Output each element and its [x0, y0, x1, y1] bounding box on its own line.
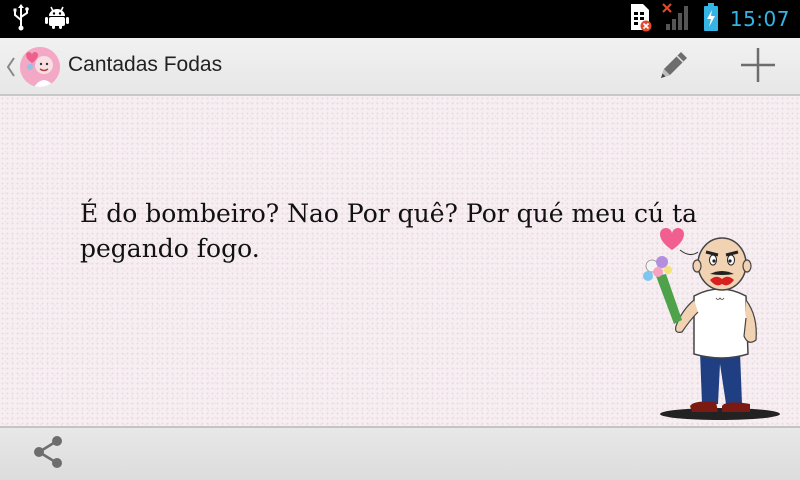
status-time: 15:07 — [729, 7, 790, 31]
no-signal-icon — [662, 2, 692, 36]
edit-button[interactable] — [652, 46, 696, 88]
app-icon[interactable] — [20, 47, 60, 87]
back-chevron-icon[interactable] — [5, 55, 17, 79]
content-area: É do bombeiro? Nao Por quê? Por qué meu … — [0, 96, 800, 426]
status-bar: 15:07 — [0, 0, 800, 38]
battery-charging-icon — [702, 2, 720, 36]
bottom-bar — [0, 426, 800, 480]
edit-icon — [655, 46, 693, 88]
add-button[interactable] — [735, 46, 781, 88]
bald-man-with-flowers-illustration — [630, 224, 790, 424]
usb-icon — [12, 3, 30, 35]
sim-missing-icon — [628, 2, 652, 36]
share-button[interactable] — [26, 434, 70, 474]
add-icon — [739, 46, 777, 88]
app-title: Cantadas Fodas — [68, 53, 223, 76]
screen: 15:07 Cantadas Fodas É do bombeiro? Nao … — [0, 0, 800, 480]
share-icon — [30, 434, 66, 474]
pickup-line-text: É do bombeiro? Nao Por quê? Por qué meu … — [80, 199, 698, 263]
action-bar: Cantadas Fodas — [0, 38, 800, 96]
android-debug-icon — [44, 4, 70, 34]
